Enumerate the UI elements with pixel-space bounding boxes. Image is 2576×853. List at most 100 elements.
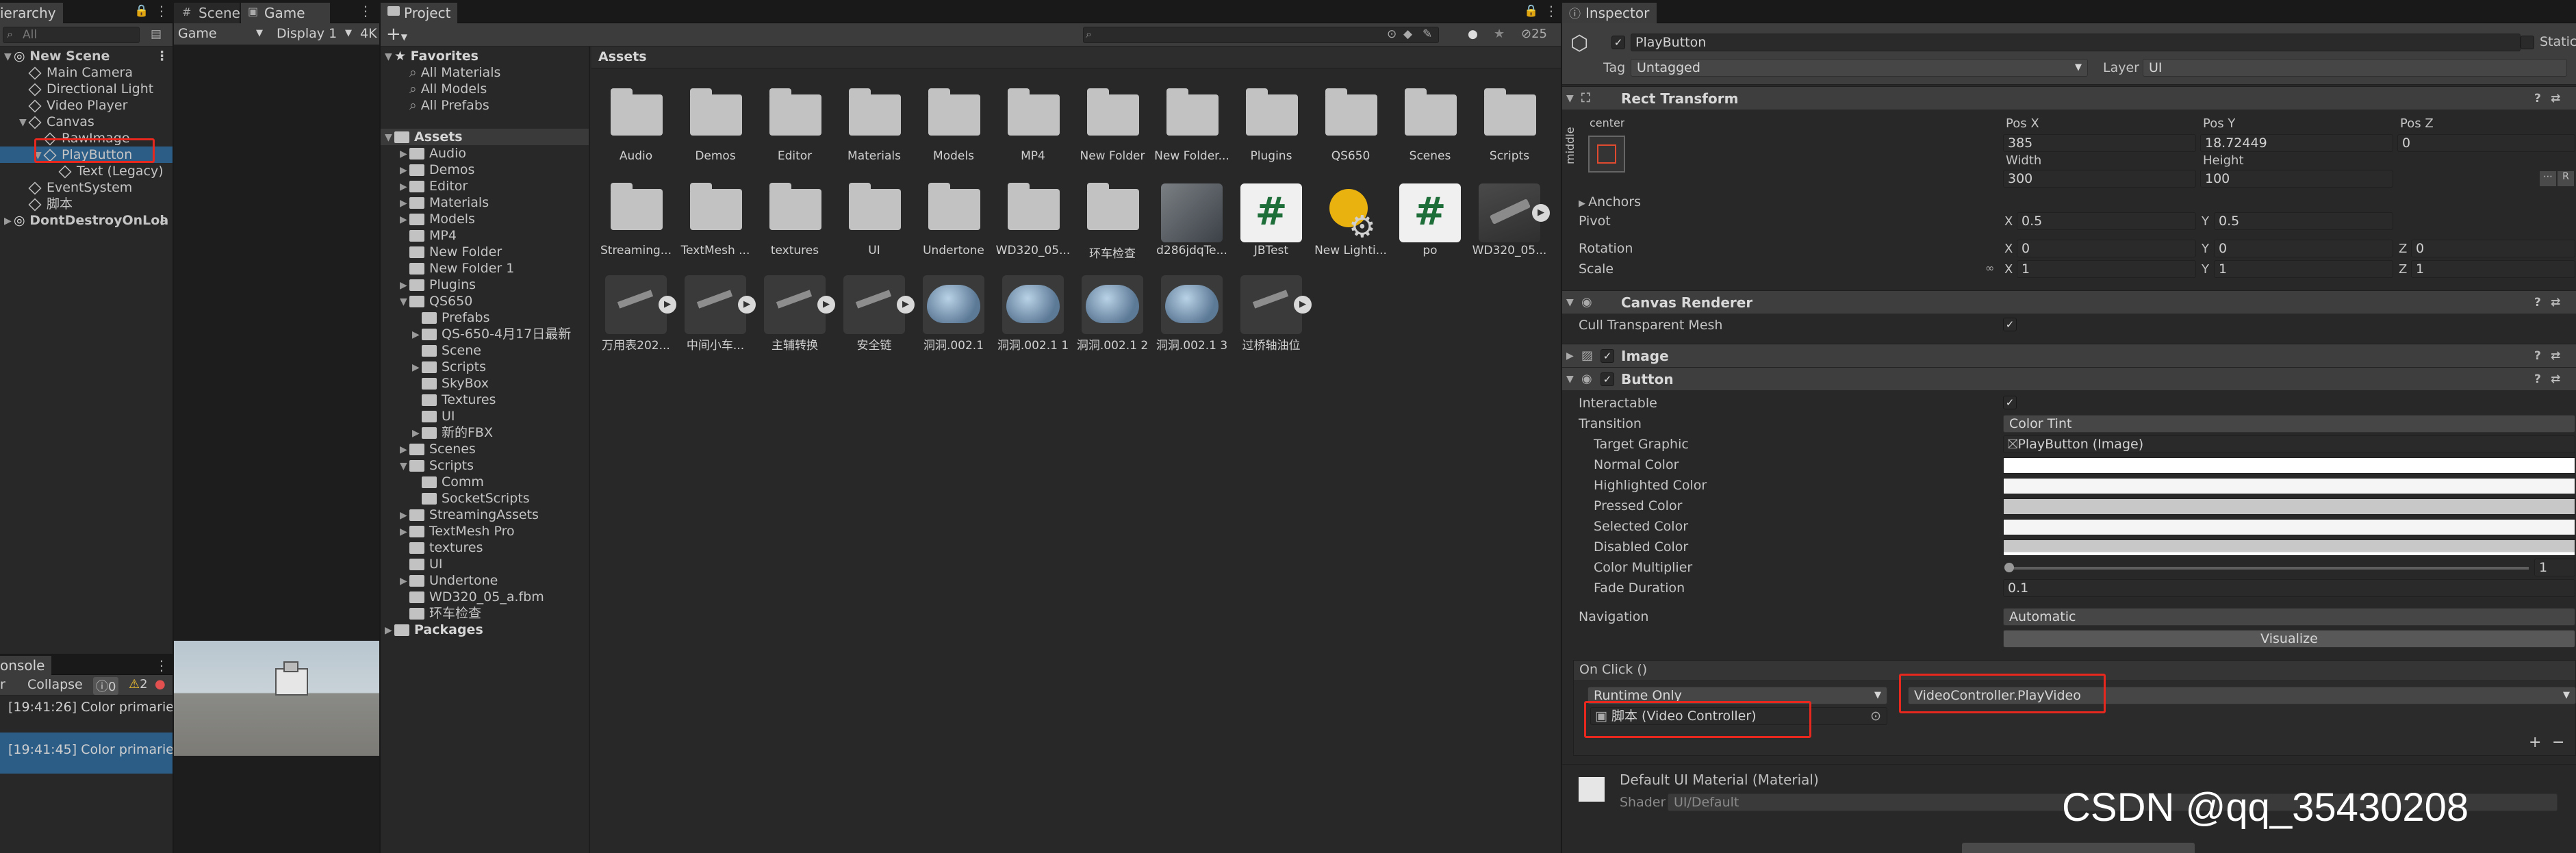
asset-item[interactable]: ▶ 万用表202...: [598, 272, 676, 353]
asset-item[interactable]: 环车检查: [1075, 181, 1150, 261]
project-folder-item[interactable]: ▶ Audio: [381, 145, 589, 162]
favorite-item[interactable]: ⌕ All Prefabs: [381, 97, 589, 114]
expand-arrow-icon[interactable]: ▼: [4, 49, 14, 65]
asset-item[interactable]: WD320_05...: [995, 181, 1071, 257]
expand-arrow-icon[interactable]: ▼: [385, 49, 394, 65]
asset-item[interactable]: New Folder...: [1154, 86, 1229, 163]
project-folder-item[interactable]: ▶ Scenes: [381, 441, 589, 457]
project-folder-item[interactable]: Prefabs: [381, 309, 589, 326]
expand-arrow-icon[interactable]: ▼: [19, 114, 29, 131]
breadcrumb-assets[interactable]: Assets: [598, 49, 647, 64]
asset-item[interactable]: 洞洞.002.1 3: [1154, 272, 1229, 353]
image-enabled-checkbox[interactable]: ✓: [1601, 349, 1614, 363]
project-folder-item[interactable]: ▼ Scripts: [381, 457, 589, 474]
collapse-button[interactable]: Collapse: [27, 677, 83, 692]
scale-y-field[interactable]: 1: [2214, 260, 2393, 278]
project-folder-item[interactable]: textures: [381, 539, 589, 556]
filter-icon[interactable]: ▤: [151, 27, 162, 41]
asset-item[interactable]: Demos: [678, 86, 753, 163]
canvas-renderer-header[interactable]: ▼ ◉ Canvas Renderer ? ⇄: [1562, 290, 2576, 314]
project-folder-item[interactable]: WD320_05_a.fbm: [381, 589, 589, 605]
asset-item[interactable]: 洞洞.002.1 1: [995, 272, 1071, 353]
display-dropdown[interactable]: Display 1 ▼: [277, 26, 357, 41]
expand-arrow-icon[interactable]: ▶: [400, 179, 409, 195]
rotation-z-field[interactable]: 0: [2411, 240, 2575, 257]
expand-prefab-icon[interactable]: ▶: [897, 296, 915, 314]
project-folder-item[interactable]: SocketScripts: [381, 490, 589, 507]
image-header[interactable]: ▶ ▨ ✓ Image ? ⇄: [1562, 344, 2576, 367]
help-icon[interactable]: ?: [2534, 368, 2541, 391]
active-checkbox[interactable]: ✓: [1611, 36, 1625, 49]
color-multiplier-slider-handle[interactable]: [2004, 563, 2014, 572]
kebab-menu-icon[interactable]: ⋮: [155, 657, 168, 674]
hierarchy-item[interactable]: Video Player: [0, 97, 173, 114]
kebab-menu-icon[interactable]: ⋮: [1544, 3, 1558, 19]
create-button[interactable]: +▼: [386, 24, 407, 44]
asset-item[interactable]: ▶ 安全链: [837, 272, 915, 353]
selected-color-swatch[interactable]: [2003, 519, 2575, 535]
expand-arrow-icon[interactable]: ▶: [400, 442, 409, 458]
highlighted-color-swatch[interactable]: [2003, 478, 2575, 494]
normal-color-swatch[interactable]: [2003, 457, 2575, 474]
expand-prefab-icon[interactable]: ▶: [1294, 296, 1312, 314]
rect-transform-header[interactable]: ▼ ⛶ Rect Transform ? ⇄: [1562, 86, 2576, 110]
project-folder-item[interactable]: New Folder: [381, 244, 589, 260]
favorites-header[interactable]: ▼ ★ Favorites: [381, 48, 589, 64]
project-folder-item[interactable]: ▶ StreamingAssets: [381, 507, 589, 523]
settings-icon[interactable]: ⇄: [2551, 368, 2560, 391]
asset-item[interactable]: Scripts: [1472, 86, 1547, 163]
hierarchy-item[interactable]: ▼ ◎ New Scene ⋮: [0, 48, 173, 64]
hierarchy-search-input[interactable]: All: [3, 27, 140, 43]
object-name-field[interactable]: PlayButton: [1631, 34, 2521, 51]
expand-arrow-icon[interactable]: ▶: [412, 359, 422, 376]
static-checkbox[interactable]: [2521, 36, 2534, 49]
blueprint-mode-button[interactable]: ⋯: [2540, 171, 2556, 186]
pivot-y-field[interactable]: 0.5: [2214, 212, 2393, 230]
asset-item[interactable]: 洞洞.002.1 2: [1075, 272, 1150, 353]
expand-prefab-icon[interactable]: ▶: [1532, 204, 1550, 222]
kebab-menu-icon[interactable]: ⋮: [155, 3, 168, 19]
project-folder-item[interactable]: ▶ Materials: [381, 194, 589, 211]
asset-item[interactable]: textures: [757, 181, 832, 257]
hierarchy-item[interactable]: Main Camera: [0, 64, 173, 81]
info-icon[interactable]: ●: [1468, 27, 1478, 41]
expand-arrow-icon[interactable]: ▼: [1566, 368, 1574, 391]
disabled-color-swatch[interactable]: [2003, 539, 2575, 556]
hidden-count[interactable]: ⊘25: [1521, 27, 1547, 41]
asset-item[interactable]: 洞洞.002.1: [916, 272, 991, 353]
interactable-checkbox[interactable]: ✓: [2003, 396, 2017, 409]
resolution-dropdown[interactable]: 4K: [360, 26, 377, 41]
project-folder-item[interactable]: ▶ Undertone: [381, 572, 589, 589]
project-folder-item[interactable]: 环车检查: [381, 605, 589, 622]
asset-item[interactable]: ▶ 主辅转换: [757, 272, 835, 353]
project-folder-item[interactable]: ▶ TextMesh Pro: [381, 523, 589, 539]
asset-item[interactable]: Models: [916, 86, 991, 163]
project-folder-item[interactable]: ▶ Scripts: [381, 359, 589, 375]
asset-item[interactable]: ⚙ New Lighti...: [1313, 181, 1388, 257]
link-icon[interactable]: ∞: [1985, 262, 1994, 275]
scale-z-field[interactable]: 1: [2411, 260, 2575, 278]
rotation-y-field[interactable]: 0: [2214, 240, 2393, 257]
kebab-menu-icon[interactable]: ⋮: [359, 3, 372, 19]
project-folder-item[interactable]: ▶ QS-650-4月17日最新: [381, 326, 589, 342]
asset-item[interactable]: ▶ 过桥轴油位: [1234, 272, 1312, 353]
height-field[interactable]: 100: [2200, 170, 2393, 188]
expand-prefab-icon[interactable]: ▶: [817, 296, 835, 314]
console-line[interactable]: [19:41:45] Color primaries: [0, 733, 173, 774]
label-icon[interactable]: ✎: [1423, 27, 1432, 41]
add-listener-button[interactable]: +: [2529, 734, 2541, 751]
settings-icon[interactable]: ⇄: [2551, 291, 2560, 314]
expand-arrow-icon[interactable]: ▶: [412, 327, 422, 343]
asset-item[interactable]: New Folder: [1075, 86, 1150, 163]
rotation-x-field[interactable]: 0: [2017, 240, 2196, 257]
pos-x-field[interactable]: 385: [2003, 134, 2196, 152]
help-icon[interactable]: ?: [2534, 344, 2541, 368]
width-field[interactable]: 300: [2003, 170, 2196, 188]
expand-prefab-icon[interactable]: ▶: [738, 296, 756, 314]
expand-arrow-icon[interactable]: ▼: [1566, 291, 1574, 314]
pivot-x-field[interactable]: 0.5: [2017, 212, 2196, 230]
kebab-menu-icon[interactable]: ⋮: [155, 212, 168, 229]
console-line[interactable]: [19:41:26] Color primaries: [0, 698, 173, 731]
asset-item[interactable]: TextMesh ...: [678, 181, 753, 257]
asset-item[interactable]: d286jdqTe...: [1154, 181, 1229, 257]
